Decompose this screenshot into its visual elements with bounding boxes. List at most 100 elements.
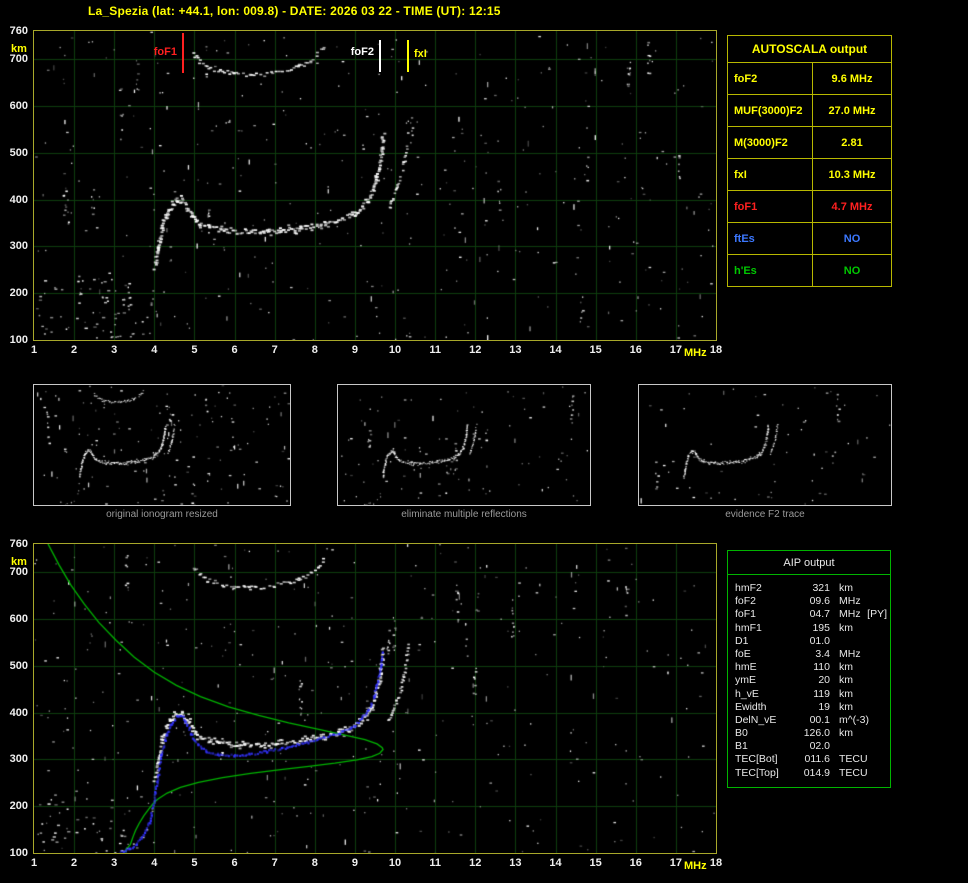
x-tick-label: 10 [388, 857, 402, 869]
x-tick-label: 16 [629, 857, 642, 869]
autoscala-row: foF1 4.7 MHz [728, 190, 891, 222]
aip-row-unit: km [839, 674, 853, 687]
aip-row-value: 011.6 [804, 753, 831, 766]
autoscala-table-title: AUTOSCALA output [751, 42, 868, 56]
x-tick-label: 10 [388, 344, 402, 356]
autoscala-row-label: fxI [734, 168, 747, 181]
aip-row: D1 01.0 [728, 635, 890, 648]
autoscala-row-value: 9.6 MHz [812, 63, 891, 94]
x-tick-label: 13 [509, 857, 522, 869]
aip-row-label: B1 [735, 740, 748, 753]
x-tick-label: 5 [191, 857, 198, 869]
aip-row-value: 014.9 [803, 766, 830, 779]
page-title: La_Spezia (lat: +44.1, lon: 009.8) - DAT… [88, 4, 501, 18]
x-tick-label: 17 [669, 344, 682, 356]
y-tick-label: 500 [9, 659, 28, 672]
aip-row-unit: MHz [839, 608, 861, 621]
aip-row: Ewidth 19 km [728, 701, 890, 714]
y-axis-unit-top: km [11, 43, 27, 55]
autoscala-table-rows: foF2 9.6 MHz MUF(3000)F2 27.0 MHz M(3000)F2 2… [728, 62, 891, 286]
autoscala-row-label: h'Es [734, 264, 757, 277]
aip-row-label: DelN_vE [735, 713, 777, 726]
x-tick-label: 3 [111, 344, 118, 356]
autoscala-row: fxI 10.3 MHz [728, 158, 891, 190]
aip-row-label: hmF1 [735, 621, 762, 634]
aip-row: foF1 04.7 MHz [PY] [728, 608, 890, 621]
x-tick-label: 7 [271, 344, 278, 356]
aip-row-unit: km [839, 661, 853, 674]
aip-row-value: 00.1 [809, 713, 830, 726]
x-tick-label: 4 [151, 344, 158, 356]
aip-row: B0 126.0 km [728, 727, 890, 740]
aip-row-value: 09.6 [809, 595, 830, 608]
y-axis-labels-bottom: 760 700 600 500 400 300 200 100 [0, 538, 31, 859]
aip-row: TEC[Bot] 011.6 TECU [728, 753, 890, 766]
autoscala-row: h'Es NO [728, 254, 891, 286]
thumbnail-original-ionogram [33, 384, 291, 506]
y-tick-label: 300 [9, 753, 28, 766]
autoscala-row-value: 10.3 MHz [812, 159, 891, 190]
x-tick-label: 11 [429, 857, 441, 869]
aip-row-unit: TECU [839, 753, 868, 766]
aip-row: foF2 09.6 MHz [728, 595, 890, 608]
aip-row-value: 01.0 [809, 634, 830, 647]
x-tick-label: 11 [429, 344, 441, 356]
marker-line-foF1 [182, 33, 184, 73]
x-tick-label: 1 [30, 344, 38, 356]
thumbnail-caption-reflections: eliminate multiple reflections [401, 509, 527, 520]
aip-row: DelN_vE 00.1 m^(-3) [728, 714, 890, 727]
x-tick-label: 4 [151, 857, 158, 869]
autoscala-row-label: ftEs [734, 232, 755, 245]
x-tick-label: 15 [589, 344, 602, 356]
x-tick-label: 14 [549, 344, 562, 356]
aip-output-table: AIP output hmF2 321 km foF2 09.6 MHz foF1 04.7 M… [727, 550, 891, 788]
y-tick-label: 500 [9, 146, 28, 159]
x-axis-unit-bottom: MHz [684, 860, 707, 872]
autoscala-row-value: 4.7 MHz [812, 191, 891, 222]
autoscala-row-label: foF2 [734, 72, 758, 85]
aip-row-label: TEC[Bot] [735, 753, 778, 766]
aip-table-title: AIP output [728, 551, 890, 575]
x-tick-label: 8 [311, 857, 318, 869]
y-tick-label: 600 [9, 612, 28, 625]
aip-row-label: TEC[Top] [735, 766, 779, 779]
aip-row-unit: km [839, 582, 853, 594]
aip-row-unit: km [839, 727, 853, 740]
ionogram-panel-top: foF1 foF2 fxI [33, 30, 717, 341]
aip-row: hmF2 321 km [728, 582, 890, 595]
thumbnail-canvas-f2 [639, 385, 891, 505]
ionogram-panel-bottom [33, 543, 717, 854]
aip-row-value: 20 [818, 674, 830, 687]
aip-row-unit [830, 635, 839, 648]
aip-row-unit [830, 740, 839, 753]
aip-row-unit: MHz [839, 647, 861, 660]
y-axis-unit-bottom: km [11, 556, 27, 568]
y-tick-label: 400 [9, 193, 28, 206]
aip-row: ymE 20 km [728, 674, 890, 687]
x-tick-label: 6 [231, 857, 238, 869]
aip-row-unit: MHz [839, 595, 861, 608]
aip-row: h_vE 119 km [728, 688, 890, 701]
autoscala-row: MUF(3000)F2 27.0 MHz [728, 94, 891, 126]
x-tick-label: 16 [629, 344, 642, 356]
aip-row-label: Ewidth [735, 700, 767, 713]
autoscala-row-label: M(3000)F2 [734, 136, 788, 149]
aip-row: TEC[Top] 014.9 TECU [728, 767, 890, 780]
aip-row: B1 02.0 [728, 740, 890, 753]
aip-row-value: 19 [818, 700, 830, 713]
aip-row-label: D1 [735, 634, 749, 647]
aip-row-value: 3.4 [815, 647, 830, 660]
x-tick-label: 7 [271, 857, 278, 869]
marker-label-foF2: foF2 [350, 46, 374, 58]
x-tick-label: 2 [71, 344, 78, 356]
x-axis-unit-top: MHz [684, 347, 707, 359]
x-tick-label: 17 [669, 857, 682, 869]
y-tick-label: 600 [9, 99, 28, 112]
x-tick-label: 18 [709, 344, 723, 356]
aip-row-label: B0 [735, 727, 748, 740]
aip-row-unit: TECU [839, 766, 868, 779]
x-tick-label: 3 [111, 857, 118, 869]
marker-line-foF2 [379, 40, 381, 72]
x-tick-label: 6 [231, 344, 238, 356]
x-axis-labels-bottom: 1 2 3 4 5 6 7 8 9 10 11 12 13 14 15 16 17 18 [31, 857, 725, 871]
